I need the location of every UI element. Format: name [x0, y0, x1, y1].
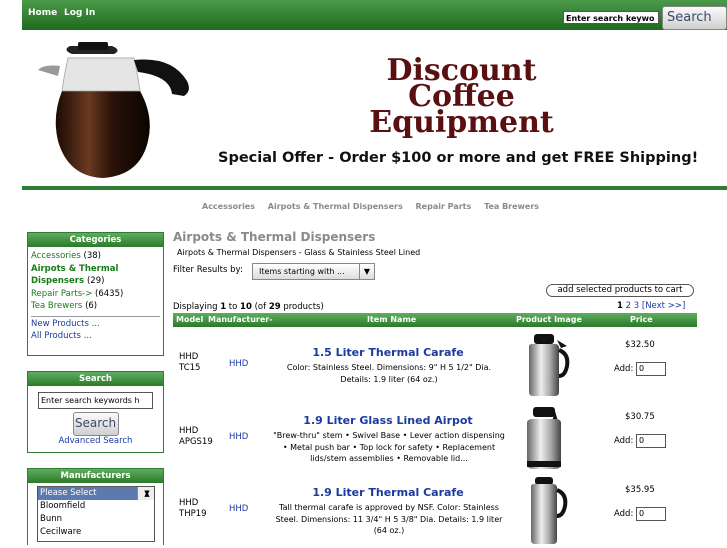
product-image[interactable] [521, 476, 571, 548]
add-label: Add: [614, 436, 634, 446]
product-model: HHD APGS19 [179, 426, 213, 447]
col-item-name[interactable]: Item Name [367, 315, 416, 324]
listbox-scrollbar[interactable]: ▲ ▼ [137, 487, 154, 500]
col-manufacturer[interactable]: Manufacturer- [208, 315, 273, 324]
sidebar-search-button[interactable]: Search [72, 412, 119, 436]
product-image[interactable] [521, 403, 571, 474]
filter-label: Filter Results by: [173, 265, 243, 275]
product-model: HHD THP19 [179, 498, 207, 519]
category-tea-brewers[interactable]: Tea Brewers [31, 301, 82, 311]
product-table-header: Model Manufacturer- Item Name Product Im… [173, 313, 697, 327]
page-title: Airpots & Thermal Dispensers [173, 230, 376, 244]
product-price: $32.50 [625, 340, 655, 350]
results-count: Displaying 1 to 10 (of 29 products) [173, 302, 324, 312]
header-search-button[interactable]: Search [662, 6, 727, 30]
login-link[interactable]: Log In [64, 8, 95, 18]
sidebar-search-input[interactable]: Enter search keywords h [38, 392, 153, 409]
product-description: "Brew-thru" stem • Swivel Base • Lever a… [273, 431, 505, 463]
product-manufacturer[interactable]: HHD [229, 432, 248, 442]
category-count: (29) [86, 276, 105, 286]
manufacturer-option[interactable]: Bloomfield [38, 500, 154, 513]
manufacturers-heading: Manufacturers [28, 469, 163, 483]
page-link[interactable]: 2 [626, 301, 631, 311]
divider [22, 186, 727, 190]
category-airpots[interactable]: Airpots & Thermal Dispensers [31, 264, 118, 287]
add-label: Add: [614, 509, 634, 519]
category-count: (6) [85, 301, 98, 311]
category-repair-parts[interactable]: Repair Parts-> [31, 289, 92, 299]
product-price: $35.95 [625, 485, 655, 495]
special-offer: Special Offer - Order $100 or more and g… [218, 150, 699, 166]
col-product-image: Product Image [516, 315, 582, 324]
col-price[interactable]: Price [630, 315, 653, 324]
quantity-input[interactable]: 0 [636, 362, 666, 376]
page-link[interactable]: 3 [634, 301, 639, 311]
product-description: Tall thermal carafe is approved by NSF. … [275, 503, 503, 535]
category-tabs: Accessories Airpots & Thermal Dispensers… [202, 202, 549, 211]
manufacturers-box: Manufacturers Please Select Bloomfield B… [27, 468, 164, 545]
table-row: HHD TC15 HHD 1.5 Liter Thermal Carafe Co… [173, 330, 697, 398]
header-search-input[interactable]: Enter search keywo [563, 11, 659, 24]
product-name-link[interactable]: 1.9 Liter Glass Lined Airpot [263, 414, 513, 427]
product-image[interactable] [521, 332, 571, 401]
chevron-down-icon[interactable]: ▼ [359, 264, 374, 279]
category-accessories[interactable]: Accessories [31, 251, 81, 261]
category-count: (38) [83, 251, 101, 261]
product-manufacturer[interactable]: HHD [229, 504, 248, 514]
categories-box: Categories Accessories (38) Airpots & Th… [27, 232, 164, 356]
product-description: Color: Stainless Steel. Dimensions: 9" H… [286, 363, 492, 384]
category-count: (6435) [95, 288, 124, 299]
next-page-link[interactable]: [Next >>] [642, 301, 685, 311]
page-current: 1 [617, 301, 623, 311]
manufacturer-option[interactable]: Cecilware [38, 526, 154, 539]
advanced-search-link[interactable]: Advanced Search [28, 436, 163, 446]
product-model: HHD TC15 [179, 352, 201, 373]
product-name-link[interactable]: 1.5 Liter Thermal Carafe [263, 346, 513, 359]
scroll-down-icon[interactable]: ▼ [138, 487, 154, 499]
categories-heading: Categories [28, 233, 163, 247]
col-model[interactable]: Model [176, 315, 203, 324]
product-name-link[interactable]: 1.9 Liter Thermal Carafe [263, 486, 513, 499]
manufacturers-select[interactable]: Please Select Bloomfield Bunn Cecilware … [37, 486, 155, 542]
filter-select-value: Items starting with ... [259, 267, 345, 276]
product-manufacturer[interactable]: HHD [229, 359, 248, 369]
quantity-input[interactable]: 0 [636, 507, 666, 521]
pagination: 1 2 3 [Next >>] [617, 301, 685, 311]
all-products-link[interactable]: All Products ... [31, 331, 92, 341]
table-row: HHD APGS19 HHD 1.9 Liter Glass Lined Air… [173, 401, 697, 473]
search-box: Search Enter search keywords h Search Ad… [27, 371, 164, 453]
site-banner[interactable]: Discount Coffee Equipment Special Offer … [22, 36, 727, 184]
add-selected-to-cart-button[interactable]: add selected products to cart [546, 284, 694, 297]
catnav-tea-brewers[interactable]: Tea Brewers [484, 202, 539, 211]
filter-select[interactable]: Items starting with ... ▼ [252, 263, 375, 280]
catnav-repair-parts[interactable]: Repair Parts [416, 202, 472, 211]
manufacturer-option[interactable]: Bunn [38, 513, 154, 526]
search-heading: Search [28, 372, 163, 386]
home-link[interactable]: Home [28, 8, 57, 18]
catnav-airpots[interactable]: Airpots & Thermal Dispensers [268, 202, 403, 211]
banner-line-3: Equipment [369, 105, 554, 140]
product-price: $30.75 [625, 412, 655, 422]
catnav-accessories[interactable]: Accessories [202, 202, 255, 211]
new-products-link[interactable]: New Products ... [31, 319, 100, 329]
table-row: HHD THP19 HHD 1.9 Liter Thermal Carafe T… [173, 474, 697, 545]
quantity-input[interactable]: 0 [636, 434, 666, 448]
add-label: Add: [614, 364, 634, 374]
page-subtitle: Airpots & Thermal Dispensers - Glass & S… [177, 248, 421, 257]
